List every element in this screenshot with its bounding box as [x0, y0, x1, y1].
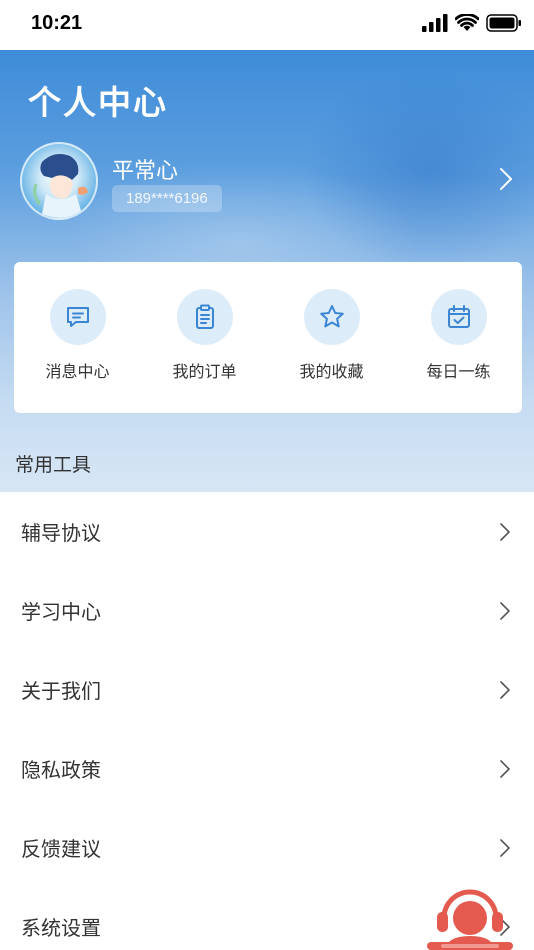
avatar[interactable] — [20, 142, 98, 220]
status-bar: 10:21 — [0, 0, 534, 50]
phone-badge: 189****6196 — [112, 185, 222, 212]
menu-item-label: 系统设置 — [21, 916, 101, 940]
message-icon — [49, 289, 106, 345]
quick-action-orders[interactable]: 我的订单 — [141, 262, 268, 413]
menu-item-privacy-policy[interactable]: 隐私政策 — [0, 729, 534, 808]
menu-item-label: 反馈建议 — [21, 837, 101, 861]
cellular-signal-icon — [422, 14, 448, 32]
section-title-tools: 常用工具 — [15, 454, 92, 476]
page-title: 个人中心 — [28, 83, 168, 122]
menu-item-learning-center[interactable]: 学习中心 — [0, 571, 534, 650]
quick-action-label: 每日一练 — [426, 362, 491, 381]
quick-action-messages[interactable]: 消息中心 — [14, 262, 141, 413]
chevron-right-icon — [500, 839, 510, 857]
menu-item-label: 关于我们 — [21, 679, 101, 703]
calendar-check-icon — [430, 289, 487, 345]
status-icons — [422, 14, 522, 32]
quick-actions-card: 消息中心 我的订单 我的收藏 每日一练 — [14, 262, 522, 413]
chevron-right-icon[interactable] — [497, 166, 515, 192]
headset-agent-icon — [427, 889, 513, 950]
quick-action-daily-practice[interactable]: 每日一练 — [395, 262, 522, 413]
user-name[interactable]: 平常心 — [112, 153, 178, 185]
battery-icon — [486, 14, 521, 32]
chevron-right-icon — [500, 602, 510, 620]
menu-item-about-us[interactable]: 关于我们 — [0, 650, 534, 729]
menu-item-tutoring-agreement[interactable]: 辅导协议 — [0, 492, 534, 571]
menu-item-feedback[interactable]: 反馈建议 — [0, 808, 534, 887]
menu-item-label: 隐私政策 — [21, 758, 101, 782]
clipboard-icon — [176, 289, 233, 345]
star-icon — [303, 289, 360, 345]
quick-action-favorites[interactable]: 我的收藏 — [268, 262, 395, 413]
quick-action-label: 我的订单 — [172, 362, 237, 381]
menu-item-label: 学习中心 — [21, 600, 101, 624]
wifi-icon — [455, 14, 479, 31]
chevron-right-icon — [500, 681, 510, 699]
quick-action-label: 消息中心 — [45, 362, 110, 381]
customer-service-float-button[interactable] — [427, 882, 513, 950]
quick-action-label: 我的收藏 — [299, 362, 364, 381]
chevron-right-icon — [500, 523, 510, 541]
status-time: 10:21 — [31, 12, 83, 34]
menu-item-label: 辅导协议 — [21, 521, 101, 545]
chevron-right-icon — [500, 760, 510, 778]
